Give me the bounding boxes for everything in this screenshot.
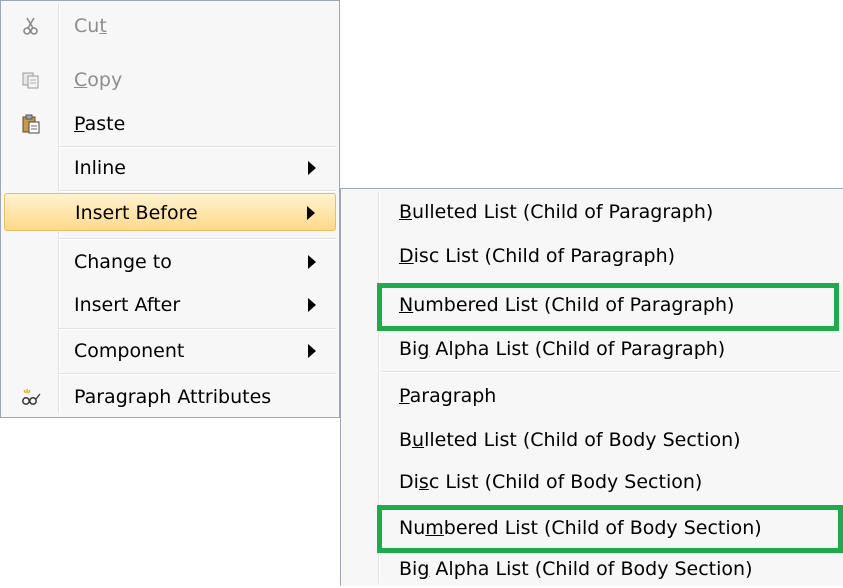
- menu-item-label: Paragraph Attributes: [74, 386, 272, 408]
- highlight-box-numbered-list-body-section: [377, 505, 843, 553]
- menu-item-label: Paste: [74, 113, 126, 135]
- submenu-item-disc-list-paragraph[interactable]: Disc List (Child of Paragraph): [344, 237, 840, 275]
- highlight-box-numbered-list-paragraph: [377, 283, 839, 331]
- attributes-icon: [22, 389, 41, 405]
- menu-item-insert-before[interactable]: Insert Before: [4, 193, 336, 231]
- menu-separator: [58, 373, 336, 375]
- menu-item-label: Inline: [74, 157, 126, 179]
- submenu-arrow-icon: [308, 255, 316, 269]
- menu-separator: [58, 190, 336, 192]
- menu-item-label: Copy: [74, 69, 123, 91]
- submenu-arrow-icon: [308, 298, 316, 312]
- menu-item-label: Big Alpha List (Child of Body Section): [399, 558, 753, 580]
- menu-item-insert-after[interactable]: Insert After: [4, 286, 336, 324]
- menu-item-label: Insert Before: [75, 202, 198, 224]
- menu-item-label: Change to: [74, 251, 172, 273]
- submenu-item-big-alpha-list-paragraph[interactable]: Big Alpha List (Child of Paragraph): [344, 330, 840, 368]
- menu-item-label: Component: [74, 340, 185, 362]
- menu-item-label: Big Alpha List (Child of Paragraph): [399, 338, 726, 360]
- menu-separator: [58, 328, 336, 330]
- menu-item-label: Disc List (Child of Body Section): [399, 471, 703, 493]
- paste-icon: [22, 114, 40, 134]
- submenu-item-bulleted-list-body-section[interactable]: Bulleted List (Child of Body Section): [344, 421, 840, 459]
- menu-item-cut[interactable]: Cut: [4, 7, 336, 45]
- menu-item-paragraph-attributes[interactable]: Paragraph Attributes: [4, 378, 336, 416]
- menu-item-paste[interactable]: Paste: [4, 105, 336, 143]
- submenu-item-big-alpha-list-body-section[interactable]: Big Alpha List (Child of Body Section): [344, 550, 840, 588]
- menu-item-label: Paragraph: [399, 385, 497, 407]
- menu-item-label: Cut: [74, 15, 107, 37]
- submenu-arrow-icon: [308, 161, 316, 175]
- menu-item-label: Bulleted List (Child of Body Section): [399, 429, 741, 451]
- menu-item-label: Disc List (Child of Paragraph): [399, 245, 676, 267]
- submenu-item-paragraph[interactable]: Paragraph: [344, 377, 840, 415]
- menu-item-label: Bulleted List (Child of Paragraph): [399, 201, 714, 223]
- submenu-item-disc-list-body-section[interactable]: Disc List (Child of Body Section): [344, 463, 840, 501]
- menu-item-change-to[interactable]: Change to: [4, 243, 336, 281]
- menu-separator: [381, 371, 840, 373]
- menu-separator: [58, 238, 336, 240]
- menu-item-copy[interactable]: Copy: [4, 61, 336, 99]
- copy-icon: [22, 72, 39, 89]
- menu-item-label: Insert After: [74, 294, 181, 316]
- scissors-icon: [23, 17, 38, 35]
- menu-item-inline[interactable]: Inline: [4, 149, 336, 187]
- submenu-item-bulleted-list-paragraph[interactable]: Bulleted List (Child of Paragraph): [344, 193, 840, 231]
- menu-separator: [58, 146, 336, 148]
- submenu-arrow-icon: [307, 206, 315, 220]
- submenu-arrow-icon: [308, 344, 316, 358]
- menu-item-component[interactable]: Component: [4, 332, 336, 370]
- context-menu: Cut Copy Paste Inline Insert Before Chan: [0, 0, 340, 418]
